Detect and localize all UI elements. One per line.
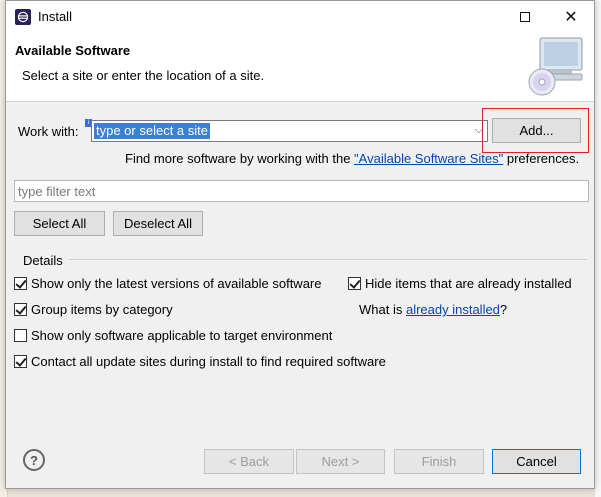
title-bar: Install ✕ xyxy=(6,1,594,32)
background-edge xyxy=(595,0,601,497)
filter-input[interactable] xyxy=(15,181,588,201)
computer-cd-icon xyxy=(528,37,583,96)
hide-installed-option[interactable]: Hide items that are already installed xyxy=(348,276,572,291)
hide-installed-label: Hide items that are already installed xyxy=(365,276,572,291)
filter-field[interactable] xyxy=(14,180,589,202)
hide-installed-checkbox[interactable] xyxy=(348,277,361,290)
already-installed-link[interactable]: already installed xyxy=(406,302,500,317)
find-more-suffix: preferences. xyxy=(503,151,580,166)
back-button[interactable]: < Back xyxy=(204,449,294,474)
group-by-category-option[interactable]: Group items by category xyxy=(14,302,173,317)
latest-versions-option[interactable]: Show only the latest versions of availab… xyxy=(14,276,322,291)
target-environment-checkbox[interactable] xyxy=(14,329,27,342)
finish-button[interactable]: Finish xyxy=(394,449,484,474)
target-environment-option[interactable]: Show only software applicable to target … xyxy=(14,328,332,343)
eclipse-icon xyxy=(15,9,31,25)
target-environment-label: Show only software applicable to target … xyxy=(31,328,333,343)
close-button[interactable]: ✕ xyxy=(548,1,594,32)
what-is-installed-text: What is already installed? xyxy=(359,302,507,317)
select-all-button[interactable]: Select All xyxy=(14,211,105,236)
install-dialog: Install ✕ Available Software Select a si… xyxy=(5,0,595,489)
group-by-category-checkbox[interactable] xyxy=(14,303,27,316)
window-title: Install xyxy=(38,9,72,24)
contact-update-sites-checkbox[interactable] xyxy=(14,355,27,368)
contact-update-sites-option[interactable]: Contact all update sites during install … xyxy=(14,354,386,369)
wizard-header: Available Software Select a site or ente… xyxy=(6,32,594,102)
work-with-label: Work with: xyxy=(18,124,79,139)
maximize-icon xyxy=(520,11,530,22)
maximize-button[interactable] xyxy=(502,1,548,32)
help-icon[interactable]: ? xyxy=(23,449,45,471)
contact-update-sites-label: Contact all update sites during install … xyxy=(31,354,386,369)
cancel-button[interactable]: Cancel xyxy=(492,449,581,474)
details-divider xyxy=(69,259,587,260)
deselect-all-button[interactable]: Deselect All xyxy=(113,211,203,236)
page-subtitle: Select a site or enter the location of a… xyxy=(22,68,265,83)
what-is-prefix: What is xyxy=(359,302,406,317)
find-more-prefix: Find more software by working with the xyxy=(125,151,355,166)
latest-versions-checkbox[interactable] xyxy=(14,277,27,290)
page-title: Available Software xyxy=(15,43,131,58)
available-software-sites-link[interactable]: "Available Software Sites" xyxy=(354,151,503,166)
next-button[interactable]: Next > xyxy=(296,449,385,474)
close-icon: ✕ xyxy=(564,8,578,26)
work-with-combo[interactable]: type or select a site ⌵ xyxy=(91,120,488,142)
details-label: Details xyxy=(23,253,63,268)
group-by-category-label: Group items by category xyxy=(31,302,173,317)
what-is-suffix: ? xyxy=(499,302,508,317)
add-button[interactable]: Add... xyxy=(492,118,581,143)
work-with-value[interactable]: type or select a site xyxy=(94,123,210,139)
find-more-text: Find more software by working with the "… xyxy=(125,151,579,166)
latest-versions-label: Show only the latest versions of availab… xyxy=(31,276,322,291)
